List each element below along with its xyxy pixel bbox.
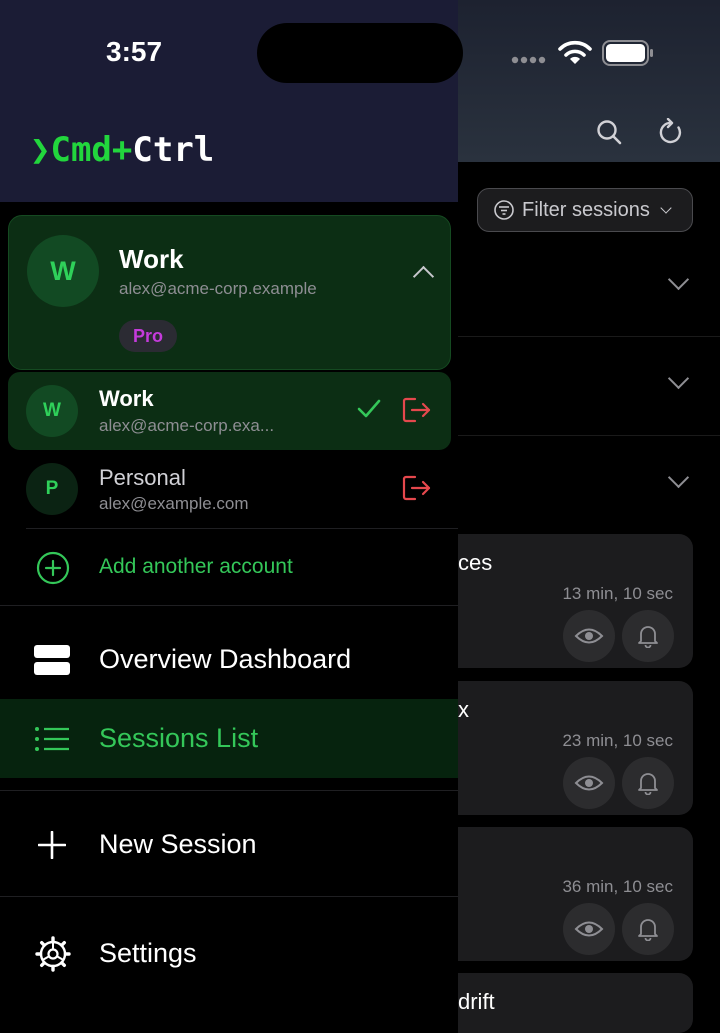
filter-sessions-label: Filter sessions: [522, 198, 650, 221]
notify-session-button[interactable]: [622, 610, 674, 662]
notify-session-button[interactable]: [622, 757, 674, 809]
session-card[interactable]: 36 min, 10 sec: [458, 827, 693, 961]
logo-plus: +: [111, 130, 133, 170]
account-email: alex@example.com: [99, 494, 249, 513]
gear-icon: [35, 935, 71, 972]
session-duration: 36 min, 10 sec: [562, 877, 673, 896]
wifi-icon: [558, 40, 592, 64]
avatar: W: [26, 385, 78, 437]
sessions-header: [458, 0, 720, 162]
current-account-email: alex@acme-corp.example: [119, 279, 317, 298]
session-group-row[interactable]: [458, 238, 720, 337]
session-duration: 13 min, 10 sec: [562, 584, 673, 603]
session-duration: 23 min, 10 sec: [562, 731, 673, 750]
battery-icon: [602, 40, 653, 66]
session-title: drift: [458, 989, 495, 1014]
add-account-button[interactable]: Add another account: [0, 529, 458, 605]
app-logo: ❯Cmd+Ctrl: [30, 130, 214, 170]
chevron-down-icon: [660, 202, 672, 214]
nav-label: Settings: [99, 938, 197, 968]
chevron-up-icon[interactable]: [412, 265, 435, 288]
list-icon: [35, 726, 69, 751]
dynamic-island: [257, 23, 463, 83]
divider: [0, 896, 458, 897]
add-account-label: Add another account: [99, 555, 293, 578]
account-row-work[interactable]: W Work alex@acme-corp.exa...: [8, 372, 451, 450]
plan-badge: Pro: [119, 320, 177, 352]
logo-cmd: Cmd: [50, 130, 112, 170]
account-name: Personal: [99, 465, 186, 490]
account-email: alex@acme-corp.exa...: [99, 416, 275, 435]
logo-chevron: ❯: [30, 130, 51, 170]
search-icon[interactable]: [596, 119, 622, 145]
bell-icon: [638, 626, 658, 648]
nav-sessions-list[interactable]: Sessions List: [0, 699, 458, 778]
plus-icon: [38, 830, 66, 859]
check-icon: [357, 399, 381, 418]
bell-icon: [638, 919, 658, 941]
avatar: W: [27, 235, 99, 307]
nav-overview-dashboard[interactable]: Overview Dashboard: [0, 620, 458, 699]
logout-icon[interactable]: [402, 475, 432, 501]
logout-icon[interactable]: [402, 397, 432, 423]
account-row-personal[interactable]: P Personal alex@example.com: [8, 450, 451, 528]
chevron-down-icon: [667, 367, 690, 390]
view-session-button[interactable]: [563, 610, 615, 662]
nav-settings[interactable]: Settings: [0, 914, 458, 993]
chevron-down-icon: [667, 466, 690, 489]
notify-session-button[interactable]: [622, 903, 674, 955]
view-session-button[interactable]: [563, 757, 615, 809]
view-session-button[interactable]: [563, 903, 615, 955]
add-circle-icon: [36, 551, 70, 585]
session-card[interactable]: ces 13 min, 10 sec: [458, 534, 693, 668]
nav-label: Overview Dashboard: [99, 644, 352, 674]
bell-icon: [638, 773, 658, 795]
dashboard-icon: [34, 644, 70, 675]
status-time: 3:57: [106, 36, 163, 67]
nav-label: Sessions List: [99, 723, 259, 753]
session-card[interactable]: x 23 min, 10 sec: [458, 681, 693, 815]
logo-ctrl: Ctrl: [132, 130, 215, 170]
eye-icon: [574, 628, 604, 644]
divider: [0, 605, 458, 606]
eye-icon: [574, 921, 604, 937]
current-account-name: Work: [119, 244, 184, 274]
account-name: Work: [99, 386, 154, 411]
nav-label: New Session: [99, 829, 257, 859]
filter-icon: [494, 200, 514, 220]
chevron-down-icon: [667, 268, 690, 291]
cellular-signal-icon: [511, 56, 546, 64]
refresh-icon[interactable]: [658, 118, 684, 146]
session-title: x: [458, 697, 469, 722]
session-group-row[interactable]: [458, 436, 720, 534]
session-title: ces: [458, 550, 493, 575]
nav-new-session[interactable]: New Session: [0, 805, 458, 884]
current-account-card[interactable]: W Work alex@acme-corp.example Pro: [8, 215, 451, 370]
session-card[interactable]: drift: [458, 973, 693, 1033]
divider: [0, 790, 458, 791]
session-group-row[interactable]: [458, 337, 720, 436]
navigation-drawer: ❯Cmd+Ctrl W Work alex@acme-corp.example …: [0, 0, 458, 1010]
eye-icon: [574, 775, 604, 791]
avatar: P: [26, 463, 78, 515]
filter-sessions-button[interactable]: Filter sessions: [477, 188, 693, 232]
